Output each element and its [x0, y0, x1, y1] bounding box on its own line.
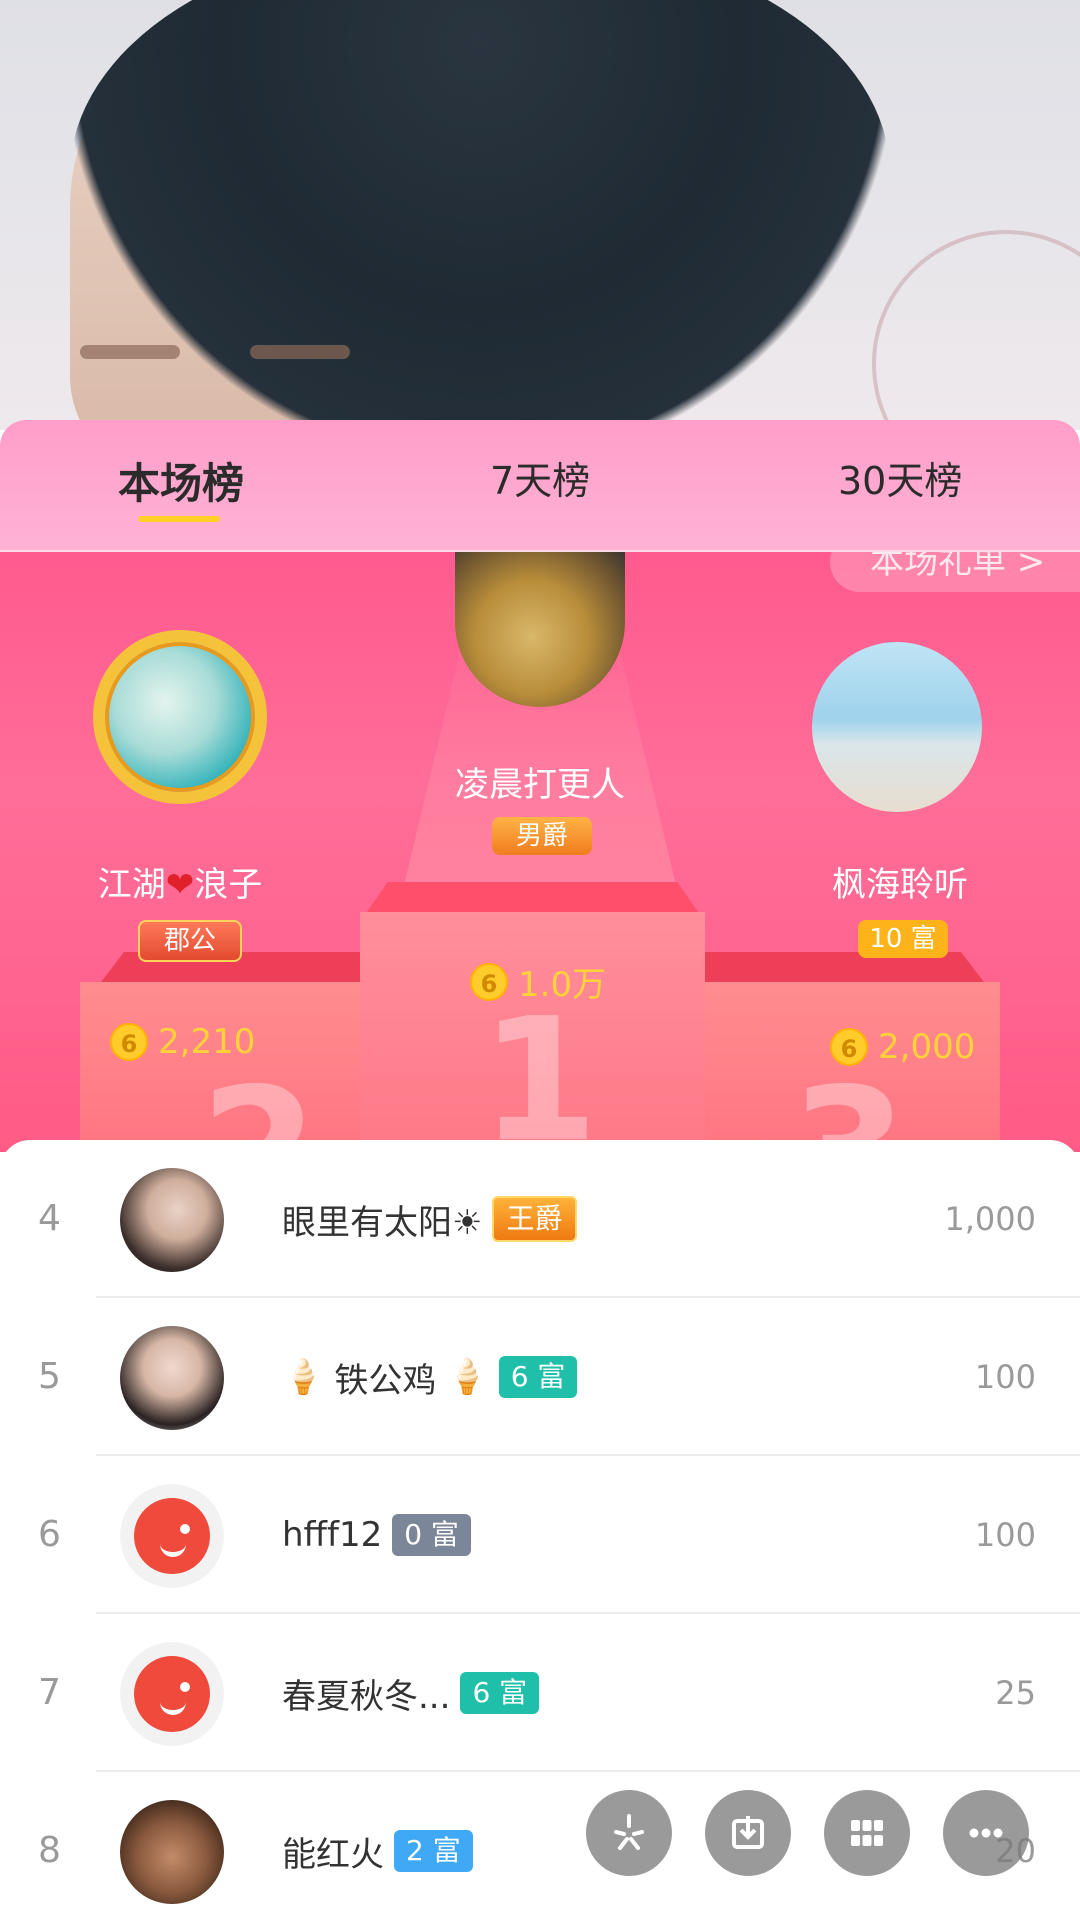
heart-icon: ❤ — [165, 865, 195, 905]
coin-icon: 6 — [470, 962, 508, 1001]
ice-cream-icon: 🍦 — [446, 1357, 489, 1397]
third-place-badge: 10 富 — [858, 920, 948, 958]
wealth-badge: 0 富 — [392, 1514, 471, 1556]
download-icon[interactable] — [705, 1790, 791, 1876]
active-tab-indicator — [138, 516, 220, 522]
list-item-value: 100 — [974, 1358, 1036, 1396]
list-item[interactable]: 6 hfff12 0 富 100 — [0, 1456, 1080, 1614]
wealth-badge: 2 富 — [394, 1830, 473, 1872]
eyebrow — [250, 345, 350, 359]
more-icon[interactable] — [943, 1790, 1029, 1876]
live-video-background — [0, 0, 1080, 430]
default-avatar-icon — [120, 1642, 224, 1746]
gift-list-button[interactable]: 本场礼单 > — [830, 552, 1080, 592]
user-name: 能红火 — [282, 1834, 384, 1875]
list-item-name: 春夏秋冬... 6 富 — [282, 1614, 540, 1772]
list-item-name: hfff12 0 富 — [282, 1456, 471, 1614]
user-name: hfff12 — [282, 1515, 383, 1555]
list-item[interactable]: 7 春夏秋冬... 6 富 25 — [0, 1614, 1080, 1772]
wealth-badge: 6 富 — [460, 1672, 540, 1714]
third-place-name: 枫海聆听 — [832, 865, 968, 905]
sparkle-icon[interactable] — [586, 1790, 672, 1876]
rank-number: 8 — [38, 1830, 61, 1871]
list-item-name: 眼里有太阳☀ 王爵 — [282, 1140, 577, 1298]
list-item-value: 25 — [995, 1674, 1036, 1712]
avatar[interactable] — [120, 1484, 224, 1588]
avatar[interactable] — [120, 1168, 224, 1272]
second-place-coins: 6 2,210 — [110, 1022, 255, 1062]
second-place-name: 江湖❤浪子 — [30, 857, 330, 906]
rank-badge: 王爵 — [492, 1196, 577, 1242]
third-place-coin-value: 2,000 — [878, 1027, 976, 1067]
streamer-hair — [70, 0, 890, 430]
second-place-name-part1: 江湖 — [97, 865, 166, 905]
rank-number: 6 — [38, 1514, 61, 1555]
coin-icon: 6 — [830, 1028, 868, 1066]
list-item[interactable]: 4 眼里有太阳☀ 王爵 1,000 — [0, 1140, 1080, 1298]
second-place-coin-value: 2,210 — [158, 1022, 256, 1062]
second-place-badge: 郡公 — [138, 920, 242, 962]
eyebrow — [80, 345, 180, 359]
first-place-coins: 6 1.0万 — [470, 957, 606, 1006]
avatar[interactable] — [120, 1800, 224, 1904]
podium-number-1: 1 — [480, 982, 599, 1152]
list-item[interactable]: 5 🍦 铁公鸡 🍦 6 富 100 — [0, 1298, 1080, 1456]
top3-podium: 本场礼单 > 1 2 3 凌晨打更人 男爵 6 1.0万 江湖❤浪子 郡公 6 … — [0, 552, 1080, 1152]
list-item-name: 能红火 2 富 — [282, 1772, 473, 1930]
podium-number-3: 3 — [790, 1052, 909, 1152]
coin-icon: 6 — [110, 1023, 148, 1061]
user-name: 铁公鸡 — [334, 1360, 437, 1401]
avatar[interactable] — [120, 1642, 224, 1746]
tab-7-days[interactable]: 7天榜 — [490, 450, 590, 505]
first-place-coin-value: 1.0万 — [518, 965, 607, 1005]
list-item-value: 1,000 — [944, 1200, 1036, 1238]
default-avatar-icon — [120, 1484, 224, 1588]
wealth-badge: 6 富 — [498, 1356, 578, 1398]
list-item-value: 100 — [974, 1516, 1036, 1554]
grid-icon[interactable] — [824, 1790, 910, 1876]
background-wheel — [872, 230, 1080, 430]
first-place-badge: 男爵 — [492, 817, 592, 855]
second-place-name-part2: 浪子 — [194, 865, 263, 905]
rank-number: 7 — [38, 1672, 61, 1713]
avatar[interactable] — [120, 1326, 224, 1430]
ranking-tab-bar: 本场榜 7天榜 30天榜 — [0, 420, 1080, 552]
list-item-name: 🍦 铁公鸡 🍦 6 富 — [282, 1298, 578, 1456]
rank-number: 4 — [38, 1198, 61, 1239]
third-place-avatar[interactable] — [812, 642, 982, 812]
podium-number-2: 2 — [200, 1052, 319, 1152]
user-name: 春夏秋冬... — [282, 1676, 451, 1717]
tab-current-show[interactable]: 本场榜 — [118, 450, 244, 511]
floating-action-bar — [586, 1790, 1029, 1876]
first-place-name: 凌晨打更人 — [455, 765, 625, 805]
ice-cream-icon: 🍦 — [282, 1357, 325, 1397]
third-place-coins: 6 2,000 — [830, 1027, 975, 1067]
rank-number: 5 — [38, 1356, 61, 1397]
tab-30-days[interactable]: 30天榜 — [838, 450, 962, 505]
user-name: 眼里有太阳☀ — [282, 1202, 483, 1243]
second-place-avatar-frame — [93, 630, 267, 804]
